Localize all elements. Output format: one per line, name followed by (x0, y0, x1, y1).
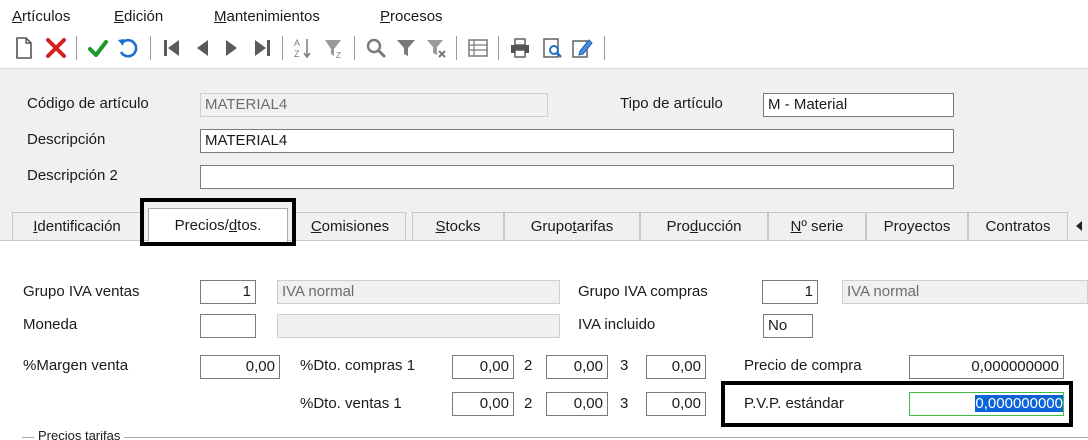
print-icon[interactable] (508, 34, 532, 62)
pvp-estandar-value: 0,000000000 (975, 395, 1063, 412)
pvp-estandar-label: P.V.P. estándar (744, 395, 844, 412)
toolbar-separator (498, 36, 499, 60)
toolbar-separator (76, 36, 77, 60)
menu-mantenimientos[interactable]: Mantenimientos (214, 8, 320, 25)
grupo-iva-compras-label: Grupo IVA compras (578, 283, 708, 300)
moneda-field[interactable] (200, 314, 256, 338)
tab-produccion[interactable]: Pro d ucción (640, 212, 768, 240)
toolbar-separator (456, 36, 457, 60)
dto-ventas-2-field[interactable]: 0,00 (546, 392, 608, 416)
tab-scroll-left-icon[interactable] (1072, 218, 1086, 234)
undo-icon[interactable] (116, 34, 140, 62)
tab-bar: Identificación Precios/d tos. Comisiones … (0, 208, 1088, 242)
codigo-label: Código de artículo (27, 95, 149, 112)
next-record-icon[interactable] (220, 34, 244, 62)
tab-n-serie[interactable]: Nº serie (768, 212, 866, 240)
article-header: Código de artículo MATERIAL4 Tipo de art… (0, 68, 1088, 208)
dto-compras-2-field[interactable]: 0,00 (546, 355, 608, 379)
menu-procesos[interactable]: Procesos (380, 8, 443, 25)
dto-compras-3-field[interactable]: 0,00 (646, 355, 706, 379)
margen-venta-field[interactable]: 0,00 (200, 355, 280, 379)
menu-bar: Artículos Edición Mantenimientos Proceso… (0, 0, 1088, 34)
first-record-icon[interactable] (160, 34, 184, 62)
iva-incluido-label: IVA incluido (578, 316, 656, 333)
precios-tarifas-label: Precios tarifas (34, 431, 125, 440)
clear-filter-icon[interactable] (424, 34, 448, 62)
tab-proyectos[interactable]: Proyectos (866, 212, 968, 240)
dto-ventas-3-field[interactable]: 0,00 (646, 392, 706, 416)
search-icon[interactable] (364, 34, 388, 62)
dto-ventas-2-label: 2 (524, 395, 533, 412)
toolbar-separator (354, 36, 355, 60)
tab-comisiones[interactable]: Comisiones (294, 212, 406, 240)
dto-compras-1-field[interactable]: 0,00 (452, 355, 514, 379)
list-view-icon[interactable] (466, 34, 490, 62)
grupo-iva-ventas-label: Grupo IVA ventas (23, 283, 140, 300)
dto-ventas-label: %Dto. ventas 1 (300, 395, 402, 412)
sort-az-icon[interactable]: AZ (292, 34, 316, 62)
filter-icon[interactable] (394, 34, 418, 62)
tab-precios-dtos[interactable]: Precios/d tos. (148, 208, 288, 242)
svg-text:A: A (294, 38, 300, 48)
descripcion2-label: Descripción 2 (27, 167, 118, 184)
tipo-field[interactable]: M - Material (763, 93, 954, 117)
tab-contratos[interactable]: Contratos (968, 212, 1068, 240)
descripcion-label: Descripción (27, 131, 106, 148)
dto-compras-3-label: 3 (620, 357, 629, 374)
tipo-label: Tipo de artículo (620, 95, 723, 112)
confirm-icon[interactable] (86, 34, 110, 62)
margen-venta-label: %Margen venta (23, 357, 129, 374)
dto-compras-2-label: 2 (524, 357, 533, 374)
edit-document-icon[interactable] (570, 34, 594, 62)
svg-text:Z: Z (336, 51, 341, 60)
dto-ventas-3-label: 3 (620, 395, 629, 412)
grupo-iva-compras-field[interactable]: 1 (762, 280, 818, 304)
menu-articulos[interactable]: Artículos (12, 8, 70, 25)
moneda-label: Moneda (23, 316, 78, 333)
precio-compra-label: Precio de compra (744, 357, 862, 374)
moneda-desc (277, 314, 560, 338)
codigo-field[interactable]: MATERIAL4 (200, 93, 548, 117)
menu-edicion[interactable]: Edición (114, 8, 163, 25)
grupo-iva-ventas-field[interactable]: 1 (200, 280, 256, 304)
toolbar-separator (282, 36, 283, 60)
previous-record-icon[interactable] (190, 34, 214, 62)
descripcion2-field[interactable] (200, 165, 954, 189)
new-document-icon[interactable] (12, 34, 36, 62)
toolbar-separator (604, 36, 605, 60)
tab-identificacion[interactable]: Identificación (12, 212, 142, 240)
tab-grupo-tarifas[interactable]: Grupo t arifas (504, 212, 640, 240)
dto-compras-label: %Dto. compras 1 (300, 357, 416, 374)
svg-text:Z: Z (294, 49, 300, 59)
delete-icon[interactable] (44, 34, 68, 62)
grupo-iva-ventas-desc: IVA normal (277, 280, 560, 304)
pvp-estandar-field[interactable]: 0,000000000 (909, 392, 1064, 416)
toolbar: AZ Z (0, 30, 1088, 66)
print-preview-icon[interactable] (540, 34, 564, 62)
filter-sort-icon[interactable]: Z (322, 34, 346, 62)
tab-stocks[interactable]: Stocks (412, 212, 504, 240)
grupo-iva-compras-desc: IVA normal (842, 280, 1088, 304)
precio-compra-field[interactable]: 0,000000000 (909, 355, 1064, 379)
last-record-icon[interactable] (250, 34, 274, 62)
toolbar-separator (150, 36, 151, 60)
precios-panel: Grupo IVA ventas 1 IVA normal Grupo IVA … (0, 240, 1088, 440)
dto-ventas-1-field[interactable]: 0,00 (452, 392, 514, 416)
iva-incluido-field[interactable]: No (763, 314, 813, 338)
descripcion-field[interactable]: MATERIAL4 (200, 129, 954, 153)
